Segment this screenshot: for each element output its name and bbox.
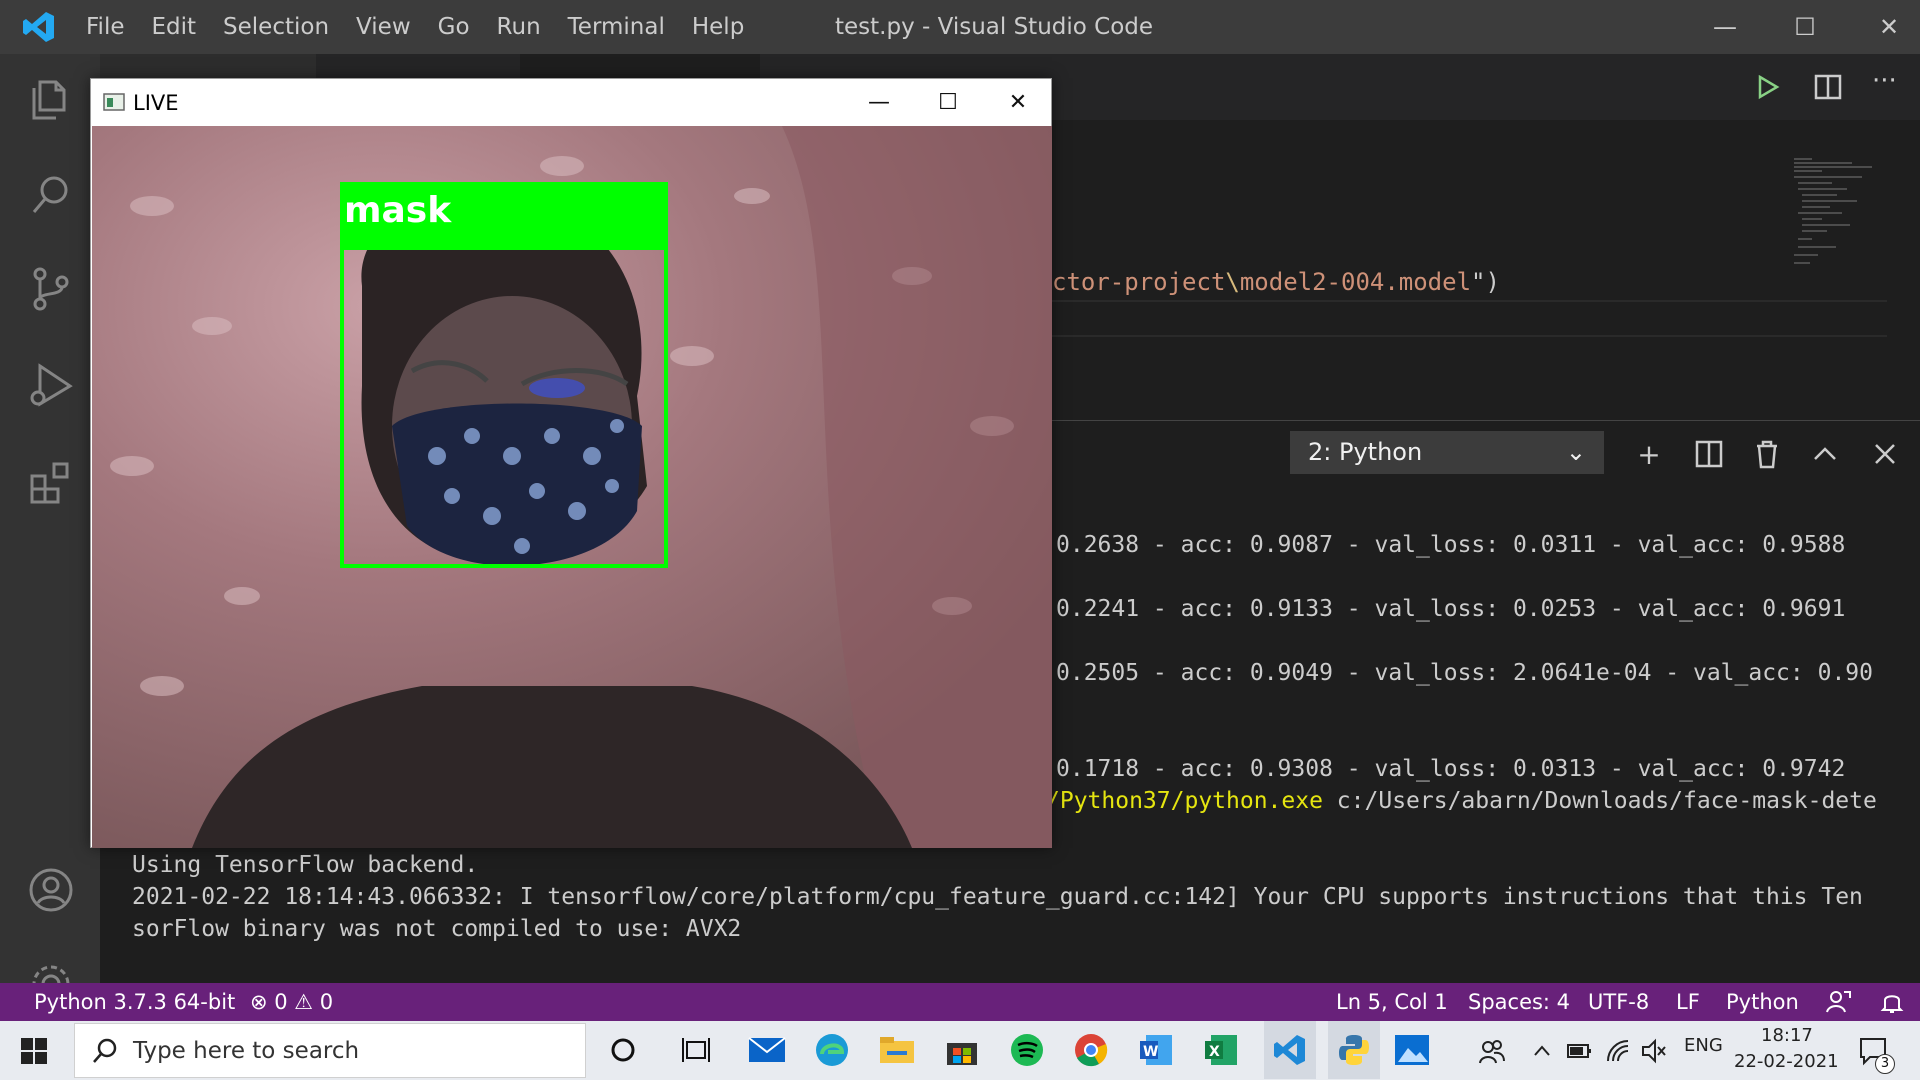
windows-start-icon[interactable] [20, 1037, 48, 1065]
file-explorer-icon[interactable] [877, 1030, 917, 1070]
terminal-line: 2021-02-22 18:14:43.066332: I tensorflow… [132, 884, 1863, 910]
terminal-select[interactable]: 2: Python ⌄ [1290, 431, 1604, 474]
feedback-icon[interactable] [1824, 988, 1852, 1016]
terminal-line: 0.2638 - acc: 0.9087 - val_loss: 0.0311 … [1056, 532, 1846, 558]
status-bar: Python 3.7.3 64-bit ⊗ 0 ⚠ 0 Ln 5, Col 1 … [0, 983, 1920, 1021]
run-file-icon[interactable] [1753, 72, 1783, 102]
live-maximize-button[interactable]: ☐ [914, 79, 982, 125]
indentation[interactable]: Spaces: 4 [1468, 990, 1570, 1014]
menu-help[interactable]: Help [692, 14, 744, 40]
detection-label: mask [344, 190, 452, 231]
search-icon[interactable] [26, 170, 76, 220]
word-icon[interactable]: W [1136, 1030, 1176, 1070]
terminal-line: Using TensorFlow backend. [132, 852, 479, 878]
terminal-line: 0.2505 - acc: 0.9049 - val_loss: 2.0641e… [1056, 660, 1873, 686]
activity-bar [0, 54, 100, 1003]
minimize-button[interactable]: — [1694, 0, 1756, 54]
clock-date[interactable]: 22-02-2021 [1734, 1051, 1839, 1072]
menu-terminal[interactable]: Terminal [568, 14, 665, 40]
mail-icon[interactable] [747, 1030, 787, 1070]
python-taskbar-icon[interactable] [1328, 1021, 1380, 1079]
taskbar-search-box[interactable]: Type here to search [74, 1023, 586, 1078]
more-actions-icon[interactable]: ··· [1872, 66, 1897, 96]
clock-time[interactable]: 18:17 [1761, 1025, 1813, 1046]
menu-selection[interactable]: Selection [223, 14, 329, 40]
title-bar: File Edit Selection View Go Run Terminal… [0, 0, 1920, 54]
photos-icon[interactable] [1392, 1030, 1432, 1070]
live-minimize-button[interactable]: — [845, 79, 913, 125]
vscode-logo-icon [23, 12, 54, 42]
svg-text:X: X [1209, 1044, 1220, 1060]
source-control-icon[interactable] [26, 264, 76, 314]
chrome-icon[interactable] [1071, 1030, 1111, 1070]
window-title: test.py - Visual Studio Code [835, 14, 1154, 40]
split-editor-icon[interactable] [1813, 72, 1843, 102]
line-ending[interactable]: LF [1676, 990, 1700, 1014]
code-line: ctor-project\model2-004.model") [1052, 268, 1500, 296]
camera-feed: mask [92, 126, 1052, 848]
language-mode[interactable]: Python [1726, 990, 1799, 1014]
account-icon[interactable] [26, 865, 76, 915]
close-panel-icon[interactable] [1866, 435, 1904, 473]
store-icon[interactable] [942, 1030, 982, 1070]
terminal-line: sorFlow binary was not compiled to use: … [132, 916, 742, 942]
new-terminal-button[interactable]: + [1630, 435, 1668, 473]
chevron-down-icon: ⌄ [1565, 438, 1586, 466]
extensions-icon[interactable] [26, 456, 76, 506]
problems-indicator[interactable]: ⊗ 0 ⚠ 0 [250, 990, 333, 1014]
maximize-panel-icon[interactable] [1806, 435, 1844, 473]
terminal-line: 0.2241 - acc: 0.9133 - val_loss: 0.0253 … [1056, 596, 1846, 622]
vscode-taskbar-icon[interactable] [1264, 1021, 1316, 1079]
people-icon[interactable] [1478, 1037, 1506, 1065]
search-placeholder: Type here to search [133, 1038, 360, 1064]
menu-go[interactable]: Go [438, 14, 470, 40]
minimap[interactable] [1792, 155, 1892, 270]
menu-bar: File Edit Selection View Go Run Terminal… [86, 0, 771, 54]
current-line-highlight [1052, 335, 1887, 337]
bell-icon[interactable] [1878, 988, 1906, 1016]
encoding[interactable]: UTF-8 [1588, 990, 1649, 1014]
terminal-line: /Python37/python.exe c:/Users/abarn/Down… [1046, 788, 1877, 814]
chevron-up-icon[interactable] [1532, 1041, 1552, 1061]
live-window[interactable]: LIVE — ☐ ✕ mask [90, 78, 1052, 848]
input-language[interactable]: ENG [1684, 1035, 1723, 1056]
current-line-highlight [1052, 300, 1887, 302]
window-app-icon [103, 93, 125, 111]
cursor-position[interactable]: Ln 5, Col 1 [1336, 990, 1448, 1014]
battery-icon[interactable] [1566, 1039, 1592, 1063]
wifi-icon[interactable] [1604, 1037, 1632, 1065]
task-view-icon[interactable] [676, 1030, 716, 1070]
cortana-icon[interactable] [603, 1030, 643, 1070]
face-bounding-box [340, 246, 668, 568]
menu-view[interactable]: View [356, 14, 411, 40]
excel-icon[interactable]: X [1201, 1030, 1241, 1070]
menu-run[interactable]: Run [497, 14, 541, 40]
terminal-line: 0.1718 - acc: 0.9308 - val_loss: 0.0313 … [1056, 756, 1846, 782]
live-window-title: LIVE [133, 91, 179, 115]
maximize-button[interactable]: ☐ [1774, 0, 1836, 54]
explorer-icon[interactable] [26, 74, 76, 124]
close-button[interactable]: ✕ [1858, 0, 1920, 54]
live-close-button[interactable]: ✕ [984, 79, 1052, 125]
volume-muted-icon[interactable] [1640, 1037, 1668, 1065]
svg-text:W: W [1143, 1044, 1158, 1060]
menu-file[interactable]: File [86, 14, 125, 40]
menu-edit[interactable]: Edit [152, 14, 197, 40]
notification-count-badge: 3 [1875, 1054, 1895, 1074]
split-terminal-icon[interactable] [1690, 435, 1728, 473]
python-interpreter[interactable]: Python 3.7.3 64-bit [34, 990, 235, 1014]
windows-taskbar: Type here to search W X ENG 18:17 22-02-… [0, 1021, 1920, 1080]
trash-icon[interactable] [1748, 435, 1786, 473]
edge-browser-icon[interactable] [812, 1030, 852, 1070]
spotify-icon[interactable] [1007, 1030, 1047, 1070]
run-debug-icon[interactable] [26, 360, 76, 410]
search-icon [93, 1038, 117, 1063]
